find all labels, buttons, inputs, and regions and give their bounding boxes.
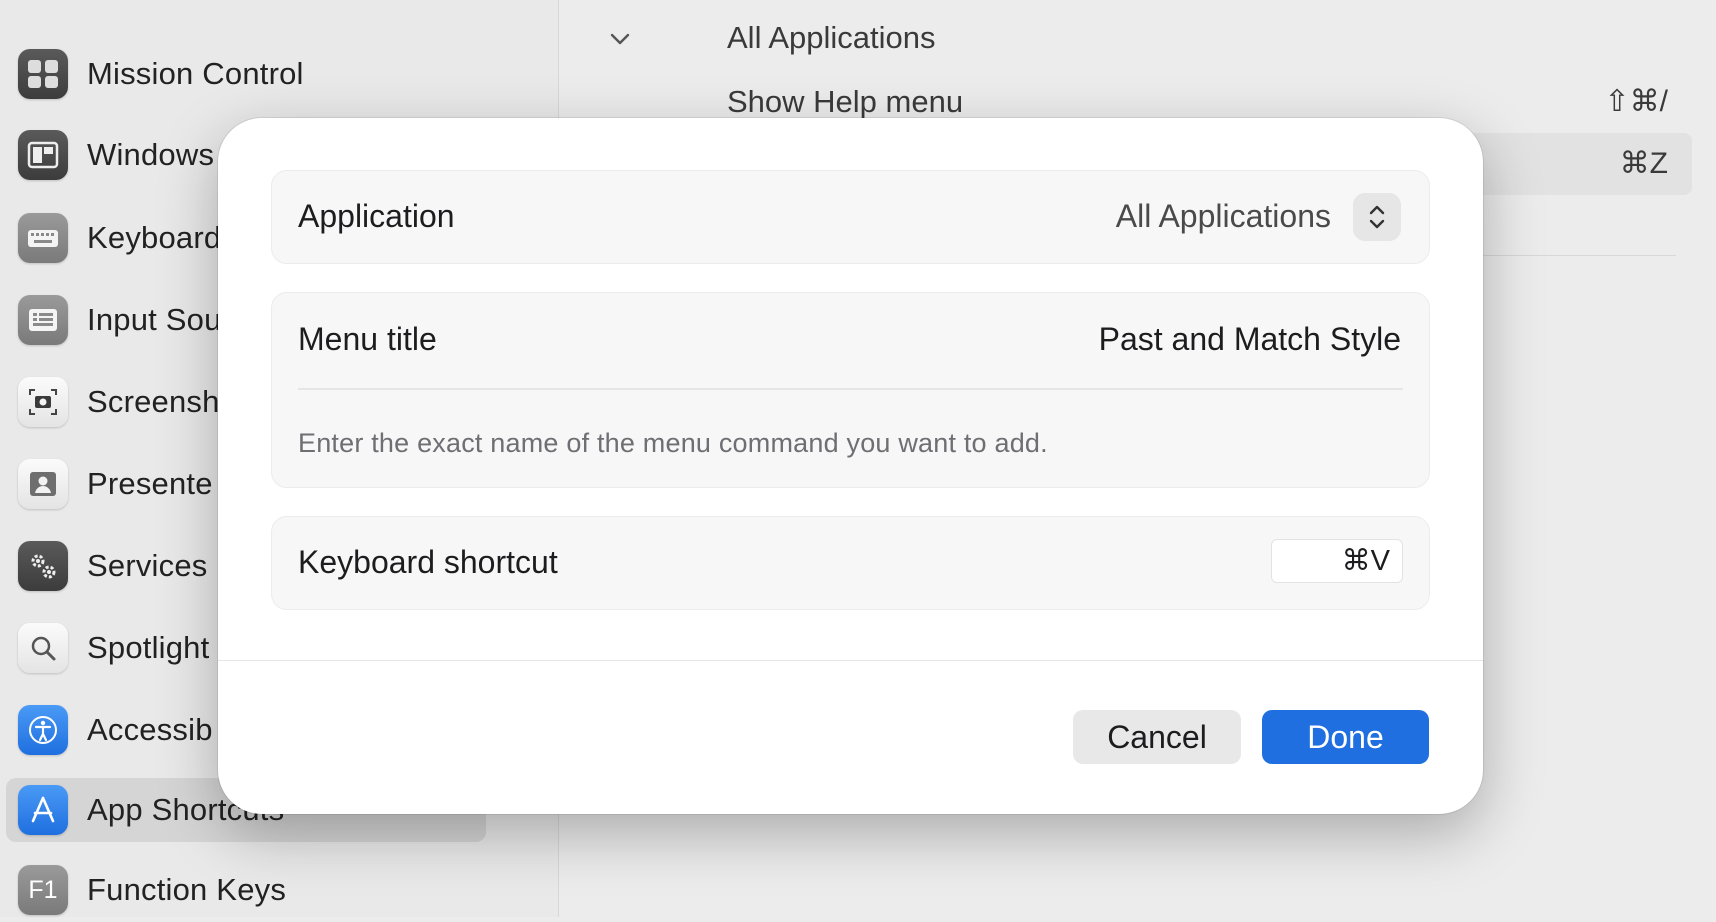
windows-icon bbox=[18, 130, 68, 180]
accessibility-icon bbox=[18, 705, 68, 755]
cancel-button[interactable]: Cancel bbox=[1073, 710, 1241, 764]
sidebar-item-mission-control[interactable]: Mission Control bbox=[6, 42, 486, 106]
sidebar-item-label: Keyboard bbox=[87, 220, 222, 255]
menu-title-hint: Enter the exact name of the menu command… bbox=[298, 428, 1048, 458]
application-group: Application All Applications bbox=[271, 170, 1430, 264]
sidebar-item-label: Input Sou bbox=[87, 302, 222, 337]
keyboard-shortcut-field[interactable]: ⌘V bbox=[1271, 539, 1403, 583]
menu-title-group: Menu title Past and Match Style Enter th… bbox=[271, 292, 1430, 488]
group-title: All Applications bbox=[727, 20, 936, 55]
divider bbox=[218, 660, 1483, 661]
presenter-icon bbox=[18, 459, 68, 509]
shortcut-row-label[interactable]: Show Help menu bbox=[727, 84, 963, 120]
keyboard-icon bbox=[18, 213, 68, 263]
function-keys-icon: F1 bbox=[18, 865, 68, 915]
services-icon bbox=[18, 541, 68, 591]
application-popup-value[interactable]: All Applications bbox=[1116, 198, 1331, 235]
shortcut-row-keys: ⇧⌘/ bbox=[1604, 85, 1668, 118]
mission-control-icon bbox=[18, 49, 68, 99]
spotlight-icon bbox=[18, 623, 68, 673]
sidebar-item-label: Services bbox=[87, 548, 208, 583]
sidebar-item-label: Function Keys bbox=[87, 872, 287, 907]
sidebar-item-label: Spotlight bbox=[87, 630, 210, 665]
menu-title-label: Menu title bbox=[298, 321, 437, 357]
menu-title-field[interactable]: Past and Match Style bbox=[1099, 321, 1401, 358]
keyboard-shortcut-group: Keyboard shortcut ⌘V bbox=[271, 516, 1430, 610]
popup-arrows-icon[interactable] bbox=[1353, 193, 1401, 241]
input-sources-icon bbox=[18, 295, 68, 345]
add-shortcut-dialog: Application All Applications Menu title … bbox=[218, 118, 1483, 814]
application-label: Application bbox=[298, 198, 455, 234]
done-button[interactable]: Done bbox=[1262, 710, 1429, 764]
sidebar-item-label: Screensh bbox=[87, 384, 220, 419]
app-store-icon bbox=[18, 785, 68, 835]
screenshot-icon bbox=[18, 377, 68, 427]
sidebar-item-label: Windows bbox=[87, 137, 215, 172]
divider bbox=[298, 388, 1403, 390]
sidebar-item-label: Accessib bbox=[87, 712, 213, 747]
sidebar-item-label: Mission Control bbox=[87, 56, 304, 91]
keyboard-shortcut-label: Keyboard shortcut bbox=[298, 544, 558, 580]
chevron-down-icon[interactable] bbox=[609, 28, 631, 55]
sidebar-item-label: Presente bbox=[87, 466, 213, 501]
sidebar-item-function-keys[interactable]: F1 Function Keys bbox=[6, 858, 486, 922]
shortcut-row-keys: ⌘Z bbox=[1619, 147, 1668, 180]
